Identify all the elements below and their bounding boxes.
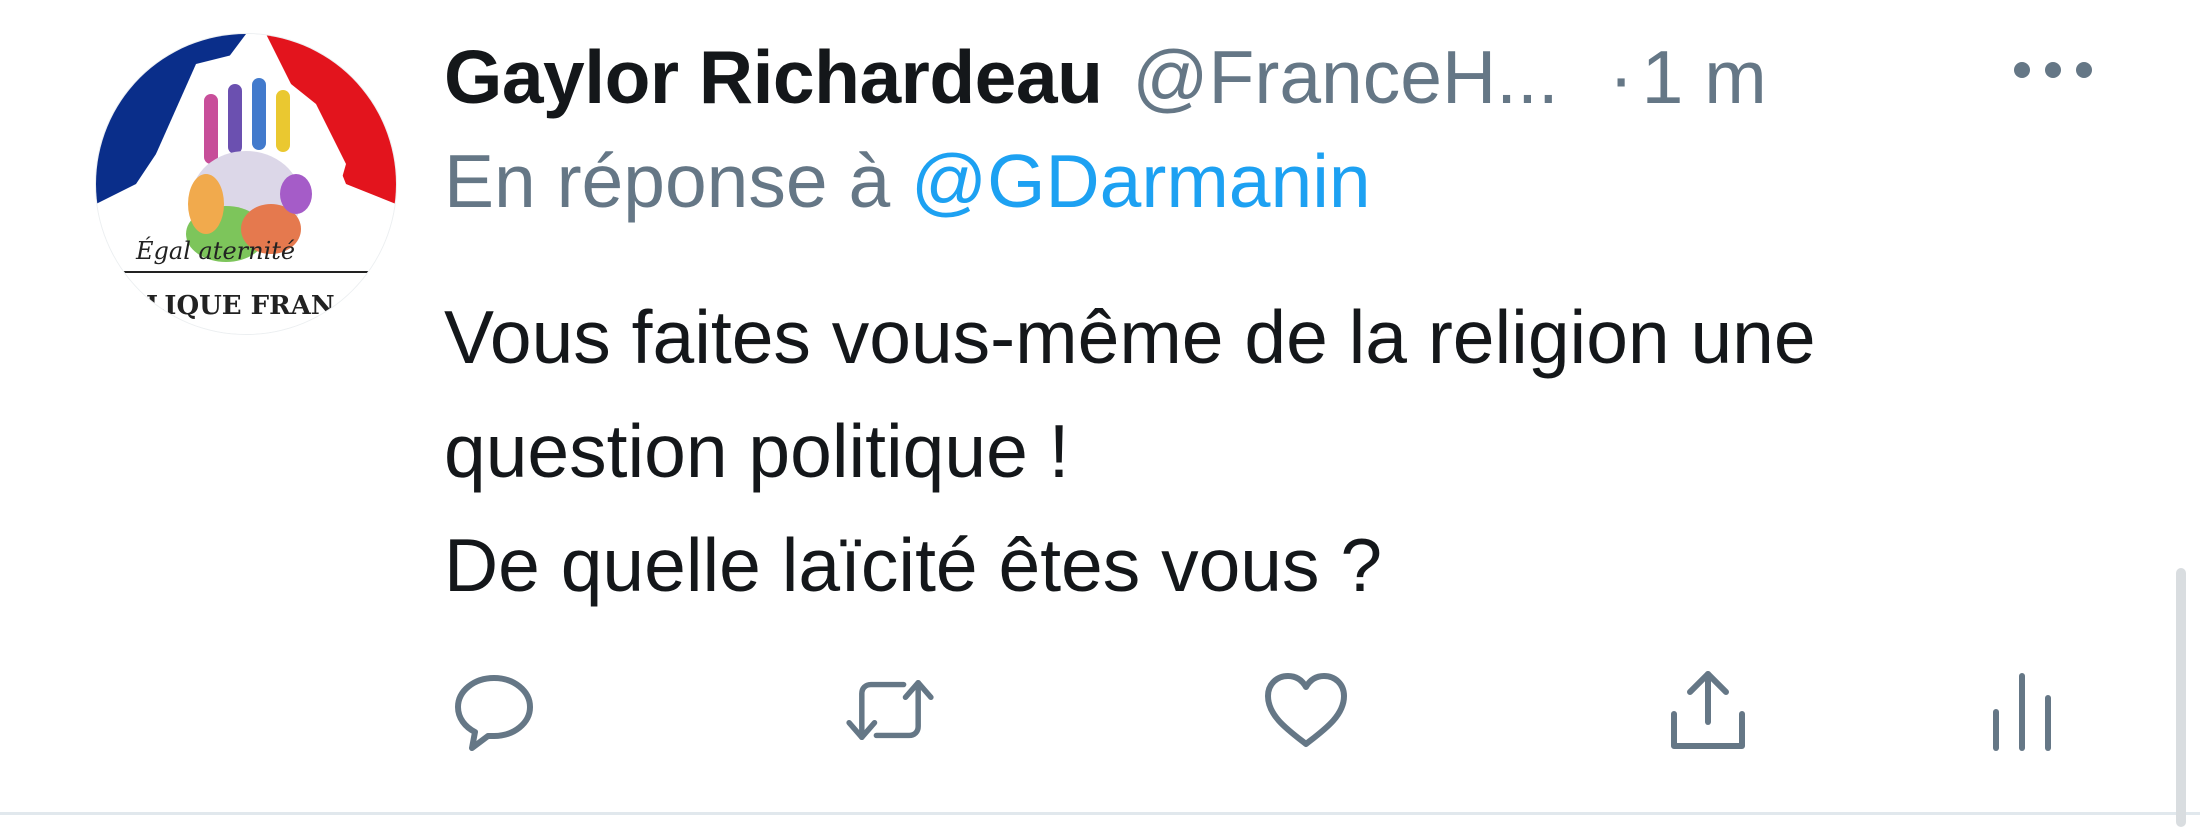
more-horizontal-icon[interactable] (2010, 58, 2096, 82)
separator-dot: · (1608, 35, 1634, 119)
svg-text:LIQUE FRAN: LIQUE FRAN (146, 291, 335, 321)
tweet[interactable]: Égal aternité LIQUE FRAN Gaylor Richarde… (0, 0, 2200, 815)
share-button[interactable] (1658, 660, 1758, 760)
reply-context: En réponse à @GDarmanin (444, 138, 1371, 224)
tweet-body-line: De quelle laïcité êtes vous ? (444, 523, 1383, 607)
author-handle[interactable]: @FranceH... (1132, 34, 1558, 120)
reply-prefix: En réponse à (444, 139, 891, 223)
analytics-bars-icon (1993, 673, 2051, 751)
tweet-body-line: question politique ! (444, 409, 1070, 493)
retweet-icon (846, 680, 934, 740)
tweet-header: Gaylor Richardeau @FranceH... · 1 m (444, 22, 2104, 132)
retweet-button[interactable] (840, 660, 940, 760)
reply-bubble-icon (455, 675, 533, 751)
reply-button[interactable] (444, 660, 544, 760)
tweet-actions (444, 660, 2084, 760)
heart-icon (1265, 673, 1347, 747)
like-button[interactable] (1256, 660, 1356, 760)
tweet-body-line: Vous faites vous-même de la religion une (444, 295, 1816, 379)
tweet-body: Vous faites vous-même de la religion une… (444, 280, 2124, 622)
tweet-time[interactable]: 1 m (1642, 34, 1767, 120)
scrollbar[interactable] (2176, 568, 2186, 827)
avatar[interactable]: Égal aternité LIQUE FRAN (96, 34, 396, 334)
share-upload-icon (1671, 671, 1745, 749)
author-name[interactable]: Gaylor Richardeau (444, 34, 1103, 120)
reply-mention-link[interactable]: @GDarmanin (911, 139, 1371, 223)
svg-text:Égal aternité: Égal aternité (135, 236, 295, 265)
tweet-divider (0, 812, 2200, 815)
analytics-button[interactable] (1972, 660, 2072, 760)
avatar-image: Égal aternité LIQUE FRAN (96, 34, 396, 334)
